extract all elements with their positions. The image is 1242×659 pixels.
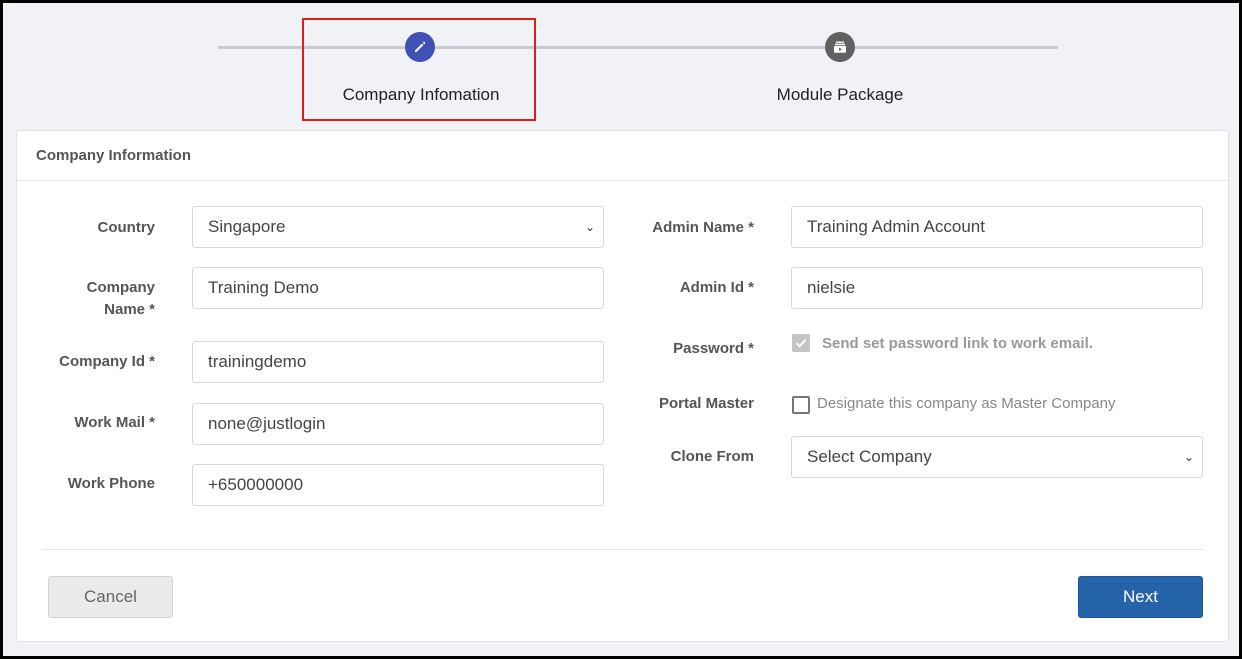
password-label: Password * [673, 340, 754, 357]
work-phone-input[interactable]: +650000000 [192, 464, 604, 506]
company-name-value: Training Demo [208, 278, 319, 297]
country-label: Country [97, 219, 156, 236]
master-company-checkbox[interactable] [792, 396, 810, 414]
cancel-button[interactable]: Cancel [48, 576, 173, 618]
form-divider [42, 549, 1204, 550]
work-phone-value: +650000000 [208, 475, 304, 494]
work-mail-value: none@justlogin [208, 414, 326, 433]
admin-id-input[interactable]: nielsie [791, 267, 1203, 309]
admin-name-label: Admin Name * [652, 219, 754, 236]
work-mail-label: Work Mail * [74, 414, 155, 431]
step-module-package[interactable] [825, 32, 855, 62]
work-phone-label: Work Phone [67, 475, 155, 492]
company-id-input[interactable]: trainingdemo [192, 341, 604, 383]
admin-id-label: Admin Id * [679, 279, 754, 296]
chevron-down-icon: ⌄ [1183, 450, 1194, 464]
company-information-card: Company Information Country Singapore ⌄ … [16, 130, 1229, 642]
company-id-value: trainingdemo [208, 352, 307, 371]
app-window: Company Infomation Module Package Compan… [3, 3, 1239, 656]
admin-name-value: Training Admin Account [807, 217, 985, 236]
company-name-label-line1: Company [86, 279, 155, 296]
company-name-label: Company Name * [37, 277, 155, 321]
chevron-down-icon: ⌄ [584, 220, 595, 234]
admin-name-input[interactable]: Training Admin Account [791, 206, 1203, 248]
portal-master-label: Portal Master [658, 395, 754, 412]
company-name-input[interactable]: Training Demo [192, 267, 604, 309]
step-label-module-package: Module Package [776, 85, 904, 104]
work-mail-input[interactable]: none@justlogin [192, 403, 604, 445]
checkmark-icon [795, 339, 807, 348]
company-id-label: Company Id * [59, 353, 155, 370]
wizard-stepper: Company Infomation Module Package [3, 3, 1239, 129]
master-company-text: Designate this company as Master Company [817, 395, 1116, 412]
country-select[interactable]: Singapore ⌄ [192, 206, 604, 248]
admin-id-value: nielsie [807, 278, 856, 297]
clone-from-value: Select Company [807, 447, 932, 466]
country-value: Singapore [208, 217, 286, 236]
send-password-link-checkbox[interactable] [792, 334, 810, 352]
card-title: Company Information [17, 131, 1228, 181]
clone-from-select[interactable]: Select Company ⌄ [791, 436, 1203, 478]
clone-from-label: Clone From [670, 448, 754, 465]
next-button[interactable]: Next [1078, 576, 1203, 618]
annotation-highlight-box [302, 18, 536, 121]
company-name-label-line2: Name * [104, 301, 155, 318]
package-icon [834, 41, 846, 53]
send-password-link-text: Send set password link to work email. [822, 335, 1093, 352]
